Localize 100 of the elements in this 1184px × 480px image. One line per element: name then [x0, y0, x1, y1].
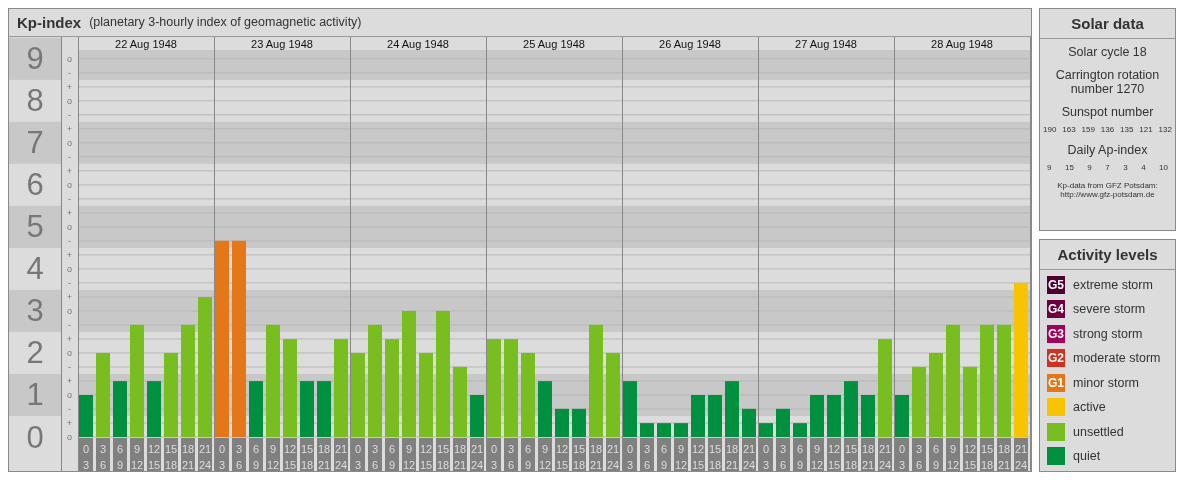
hour-label: 6 9 [113, 437, 127, 471]
kp-bar [844, 380, 858, 437]
sunspot-label: Sunspot number [1060, 105, 1155, 119]
hour-label: 15 18 [436, 437, 450, 471]
hour-label: 9 12 [538, 437, 552, 471]
kp-bar [113, 380, 127, 437]
x-tick-label: 3 6 [99, 442, 107, 471]
carrington-text: Carrington rotation number 1270 [1054, 68, 1161, 96]
y-axis-label: 2 [26, 335, 44, 371]
level-code: G3 [1048, 326, 1064, 341]
solar-cycle-text: Solar cycle 18 [1067, 45, 1148, 59]
hour-label: 12 15 [283, 437, 297, 471]
kp-bar [895, 394, 909, 437]
x-tick-label: 3 6 [643, 442, 651, 471]
ap-index-label: Daily Ap-index [1066, 143, 1149, 157]
level-code: G5 [1048, 277, 1064, 292]
hour-label: 12 15 [963, 437, 977, 471]
hour-label: 9 12 [402, 437, 416, 471]
minor-tick-label: + [66, 375, 73, 386]
x-tick-label: 3 6 [371, 442, 379, 471]
level-label: minor storm [1073, 375, 1139, 390]
minor-tick-label: + [66, 291, 73, 302]
date-label: 24 Aug 1948 [387, 37, 449, 50]
hour-label: 21 24 [334, 437, 348, 471]
hour-label: 9 12 [266, 437, 280, 471]
kp-bar [300, 380, 314, 437]
hour-label: 6 9 [793, 437, 807, 471]
sunspot-value: 136 [1100, 125, 1115, 134]
minor-tick-label: - [68, 235, 71, 246]
minor-tick-label: o [67, 53, 72, 64]
hour-label: 12 15 [691, 437, 705, 471]
hour-label: 12 15 [419, 437, 433, 471]
ap-value: 7 [1105, 163, 1110, 172]
level-code: G4 [1048, 302, 1064, 316]
x-tick-label: 0 3 [82, 442, 90, 471]
minor-tick-label: - [68, 361, 71, 372]
kp-bar [912, 366, 926, 437]
minor-tick-label: - [68, 67, 71, 78]
kp-bar [555, 408, 569, 437]
kp-bar [147, 380, 161, 437]
hour-label: 18 21 [861, 437, 875, 471]
hour-label: 3 6 [640, 437, 654, 471]
hour-label: 0 3 [895, 437, 909, 471]
hour-label: 6 9 [385, 437, 399, 471]
minor-tick-label: o [67, 305, 72, 316]
kp-bar [725, 380, 739, 437]
level-code: G2 [1048, 351, 1064, 365]
kp-bar [742, 408, 756, 437]
credit-text: http://www.gfz-potsdam.de [1060, 190, 1155, 199]
hour-label: 18 21 [725, 437, 739, 471]
panel-title: Solar data [1040, 9, 1175, 39]
minor-tick-label: o [67, 221, 72, 232]
x-tick-label: 3 6 [915, 442, 923, 471]
x-tick-label: 0 3 [626, 442, 634, 471]
hour-label: 6 9 [249, 437, 263, 471]
kp-bar [691, 394, 705, 437]
x-tick-label: 0 3 [218, 442, 226, 471]
sunspot-value: 121 [1139, 125, 1153, 134]
chart-subtitle: (planetary 3-hourly index of geomagnetic activity) [89, 15, 362, 30]
kp-bar [317, 380, 331, 437]
date-label: 28 Aug 1948 [931, 37, 993, 50]
hour-label: 0 3 [215, 437, 229, 471]
hour-label: 15 18 [164, 437, 178, 471]
hour-label: 3 6 [776, 437, 790, 471]
x-tick-label: 6 9 [796, 442, 804, 471]
level-label: moderate storm [1073, 351, 1161, 365]
hour-label: 18 21 [453, 437, 467, 471]
hour-label: 3 6 [368, 437, 382, 471]
hour-label: 9 12 [946, 437, 960, 471]
minor-tick-label: + [66, 81, 73, 92]
date-label: 23 Aug 1948 [251, 37, 313, 50]
hour-label: 3 6 [912, 437, 926, 471]
ap-value: 10 [1159, 163, 1168, 172]
minor-tick-label: - [68, 193, 71, 204]
minor-tick-label: o [67, 179, 72, 190]
x-tick-label: 3 6 [235, 442, 243, 471]
minor-tick-label: o [67, 137, 72, 148]
minor-tick-label: + [66, 333, 73, 344]
kp-bar [538, 380, 552, 437]
hour-label: 6 9 [929, 437, 943, 471]
minor-tick-label: - [68, 319, 71, 330]
panel-title: Activity levels [1040, 239, 1175, 270]
minor-tick-label: + [66, 165, 73, 176]
hour-label: 18 21 [589, 437, 603, 471]
minor-tick-label: - [68, 277, 71, 288]
kp-bar [708, 394, 722, 437]
sunspot-value: 135 [1120, 125, 1134, 134]
hour-label: 15 18 [980, 437, 994, 471]
kp-bar [963, 366, 977, 437]
level-label: extreme storm [1073, 277, 1153, 292]
kp-bar [572, 408, 586, 437]
hour-label: 21 24 [742, 437, 756, 471]
x-tick-label: 3 6 [779, 442, 787, 471]
y-axis-label: 5 [26, 209, 44, 245]
credit-text: Kp-data from GFZ Potsdam: [1057, 181, 1158, 190]
ap-value: 15 [1064, 163, 1074, 172]
minor-tick-label: + [66, 417, 73, 428]
sunspot-value: 159 [1081, 125, 1095, 134]
hour-label: 12 15 [147, 437, 161, 471]
ap-value: 9 [1087, 163, 1092, 172]
